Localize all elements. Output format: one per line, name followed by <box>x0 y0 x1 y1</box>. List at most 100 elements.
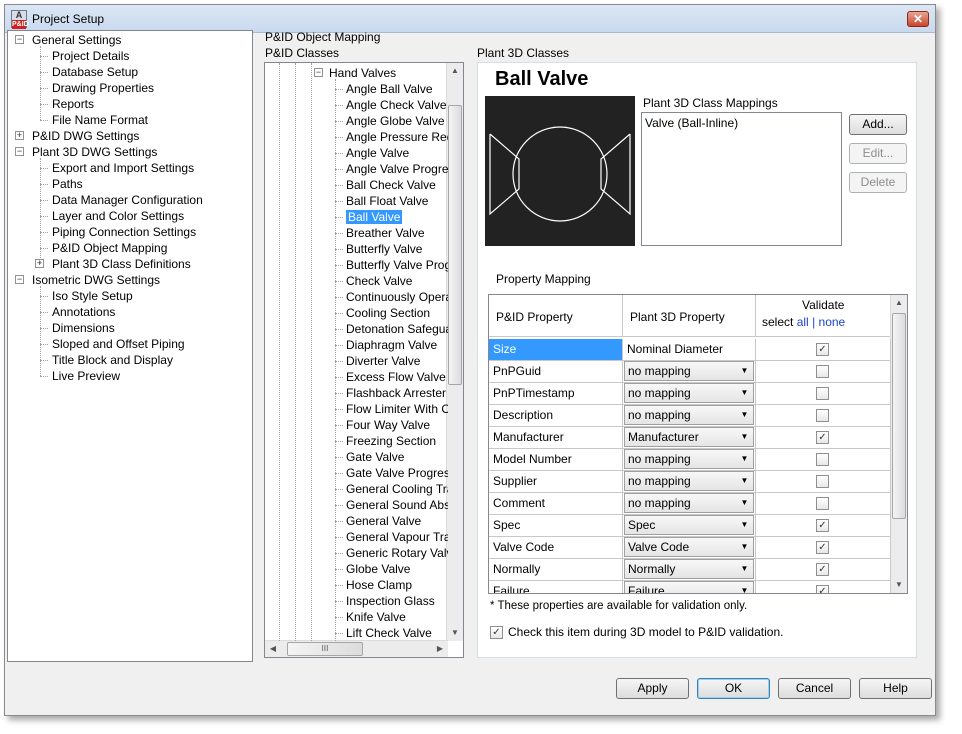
class-item[interactable]: Knife Valve <box>346 609 448 625</box>
edit-button[interactable]: Edit... <box>849 143 907 164</box>
plant3d-property-dropdown[interactable]: Spec ▼ <box>624 515 754 535</box>
plant3d-property-cell[interactable]: Normally ▼ <box>623 559 756 581</box>
class-item[interactable]: Excess Flow Valve <box>346 369 448 385</box>
scroll-down-icon[interactable]: ▼ <box>891 577 907 593</box>
chevron-down-icon[interactable]: ▼ <box>736 428 753 446</box>
tree-item[interactable]: Live Preview <box>52 368 120 384</box>
pid-property-cell[interactable]: Size <box>489 339 623 361</box>
classes-horizontal-scrollbar[interactable]: ◀ III ▶ <box>265 640 448 657</box>
plant3d-property-cell[interactable]: no mapping ▼ <box>623 449 756 471</box>
class-item[interactable]: General Cooling Trap <box>346 481 448 497</box>
class-item[interactable]: Lift Check Valve <box>346 625 448 641</box>
plant3d-property-cell[interactable]: no mapping ▼ <box>623 383 756 405</box>
chevron-down-icon[interactable]: ▼ <box>736 560 753 578</box>
class-item[interactable]: Freezing Section <box>346 433 448 449</box>
class-item[interactable]: Angle Valve <box>346 145 448 161</box>
hscroll-thumb[interactable]: III <box>287 642 363 656</box>
plant3d-property-dropdown[interactable]: no mapping ▼ <box>624 471 754 491</box>
chevron-down-icon[interactable]: ▼ <box>736 516 753 534</box>
classes-vertical-scrollbar[interactable]: ▲ ▼ <box>446 63 463 641</box>
class-item[interactable]: Globe Valve <box>346 561 448 577</box>
plant3d-property-cell[interactable]: no mapping ▼ <box>623 493 756 515</box>
chevron-down-icon[interactable]: ▼ <box>736 384 753 402</box>
tree-item[interactable]: Iso Style Setup <box>52 288 133 304</box>
plant3d-property-dropdown[interactable]: Failure ▼ <box>624 581 754 593</box>
validate-checkbox[interactable]: ✓ <box>816 519 829 532</box>
validate-checkbox[interactable]: ✓ <box>816 343 829 356</box>
tree-item[interactable]: Isometric DWG Settings <box>32 272 160 288</box>
expand-icon[interactable]: + <box>15 131 24 140</box>
header-plant3d-property[interactable]: Plant 3D Property <box>623 295 756 337</box>
class-item[interactable]: Butterfly Valve Progre <box>346 257 448 273</box>
chevron-down-icon[interactable]: ▼ <box>736 494 753 512</box>
pid-property-cell[interactable]: PnPGuid <box>489 361 623 383</box>
pid-property-cell[interactable]: Manufacturer <box>489 427 623 449</box>
collapse-icon[interactable]: − <box>15 35 24 44</box>
validate-checkbox[interactable] <box>816 475 829 488</box>
class-item[interactable]: Angle Globe Valve <box>346 113 448 129</box>
tree-item[interactable]: Plant 3D Class Definitions <box>52 256 191 272</box>
class-item[interactable]: Butterfly Valve <box>346 241 448 257</box>
tree-item[interactable]: Data Manager Configuration <box>52 192 203 208</box>
tree-item[interactable]: Layer and Color Settings <box>52 208 184 224</box>
plant3d-property-dropdown[interactable]: no mapping ▼ <box>624 361 754 381</box>
class-item[interactable]: Diverter Valve <box>346 353 448 369</box>
pid-classes-tree[interactable]: ▲ ▼ ◀ III ▶ − Hand Valves Angle Ball Valve… <box>264 62 464 658</box>
validate-checkbox[interactable]: ✓ <box>816 585 829 593</box>
tree-item[interactable]: P&ID Object Mapping <box>52 240 167 256</box>
validate-checkbox[interactable]: ✓ <box>816 541 829 554</box>
plant3d-property-dropdown[interactable]: Valve Code ▼ <box>624 537 754 557</box>
scroll-thumb[interactable] <box>892 313 906 519</box>
class-item[interactable]: Flow Limiter With Orif <box>346 401 448 417</box>
validate-checkbox[interactable]: ✓ <box>816 563 829 576</box>
validate-checkbox[interactable] <box>816 387 829 400</box>
scroll-right-icon[interactable]: ▶ <box>432 641 448 657</box>
validate-checkbox[interactable] <box>816 453 829 466</box>
help-button[interactable]: Help <box>859 678 932 699</box>
plant3d-property-cell[interactable]: no mapping ▼ <box>623 405 756 427</box>
tree-item[interactable]: Database Setup <box>52 64 138 80</box>
class-item[interactable]: Hose Clamp <box>346 577 448 593</box>
class-item[interactable]: Gate Valve <box>346 449 448 465</box>
class-item[interactable]: Breather Valve <box>346 225 448 241</box>
validate-checkbox[interactable] <box>816 497 829 510</box>
class-item[interactable]: Angle Ball Valve <box>346 81 448 97</box>
pid-property-cell[interactable]: Valve Code <box>489 537 623 559</box>
apply-button[interactable]: Apply <box>616 678 689 699</box>
class-item[interactable]: Continuously Operate <box>346 289 448 305</box>
validate-checkbox[interactable] <box>816 409 829 422</box>
class-item[interactable]: General Valve <box>346 513 448 529</box>
pid-property-cell[interactable]: Spec <box>489 515 623 537</box>
class-item[interactable]: Angle Check Valve <box>346 97 448 113</box>
collapse-icon[interactable]: − <box>15 147 24 156</box>
class-item[interactable]: Angle Valve Progress <box>346 161 448 177</box>
select-none-link[interactable]: none <box>819 315 846 329</box>
plant3d-property-cell[interactable]: no mapping ▼ <box>623 361 756 383</box>
plant3d-property-dropdown[interactable]: no mapping ▼ <box>624 383 754 403</box>
plant3d-property-dropdown[interactable]: Normally ▼ <box>624 559 754 579</box>
tree-item[interactable]: Dimensions <box>52 320 115 336</box>
collapse-icon[interactable]: − <box>15 275 24 284</box>
header-pid-property[interactable]: P&ID Property <box>489 295 623 337</box>
tree-item[interactable]: General Settings <box>32 32 121 48</box>
plant3d-property-cell[interactable]: Nominal Diameter <box>623 339 756 361</box>
class-item[interactable]: Flashback Arrester <box>346 385 448 401</box>
settings-tree[interactable]: − General Settings Project Details Database… <box>7 30 253 662</box>
tree-item[interactable]: Sloped and Offset Piping <box>52 336 185 352</box>
class-item[interactable]: General Vapour Trap <box>346 529 448 545</box>
pid-property-cell[interactable]: Description <box>489 405 623 427</box>
scroll-thumb[interactable] <box>448 105 462 385</box>
tree-item[interactable]: Plant 3D DWG Settings <box>32 144 157 160</box>
select-all-link[interactable]: all <box>797 315 809 329</box>
tree-item[interactable]: P&ID DWG Settings <box>32 128 139 144</box>
scroll-up-icon[interactable]: ▲ <box>891 295 907 311</box>
tree-item[interactable]: Paths <box>52 176 83 192</box>
tree-item[interactable]: Reports <box>52 96 94 112</box>
class-item[interactable]: Ball Valve <box>346 209 448 225</box>
class-item[interactable]: Diaphragm Valve <box>346 337 448 353</box>
tree-item[interactable]: Export and Import Settings <box>52 160 194 176</box>
validate-checkbox[interactable]: ✓ <box>816 431 829 444</box>
tree-item[interactable]: Project Details <box>52 48 129 64</box>
chevron-down-icon[interactable]: ▼ <box>736 362 753 380</box>
plant3d-property-cell[interactable]: Manufacturer ▼ <box>623 427 756 449</box>
